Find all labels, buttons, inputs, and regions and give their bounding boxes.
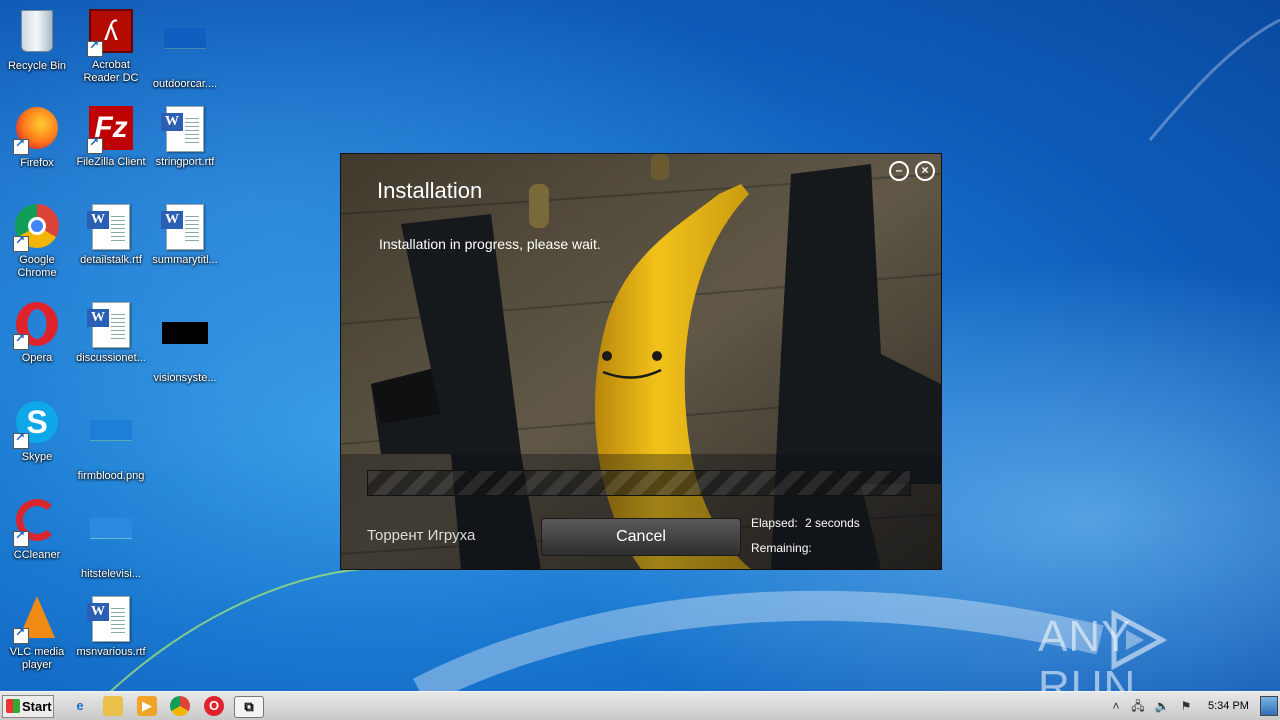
skype-icon: S bbox=[13, 401, 61, 449]
anyrun-play-logo-icon bbox=[1111, 610, 1168, 670]
elapsed-label: Elapsed: bbox=[751, 516, 798, 530]
desktop-icon-firefox[interactable]: Firefox bbox=[0, 104, 74, 170]
desktop-icon-discussionet[interactable]: W discussionet... bbox=[74, 300, 148, 365]
black-file-icon bbox=[161, 322, 209, 370]
desktop-icon-recycle-bin[interactable]: Recycle Bin bbox=[0, 6, 74, 73]
shortcut-arrow-icon bbox=[13, 332, 29, 350]
show-desktop-button[interactable] bbox=[1260, 696, 1278, 716]
file-icon bbox=[87, 518, 135, 566]
remaining-time: Remaining: bbox=[751, 541, 812, 555]
acrobat-icon: ʎ bbox=[87, 9, 135, 57]
volume-icon[interactable]: 🔈 bbox=[1154, 698, 1170, 714]
installer-taskbar-icon[interactable]: ⧉ bbox=[234, 696, 264, 718]
chrome-icon bbox=[13, 204, 61, 252]
word-document-icon: W bbox=[161, 106, 209, 154]
shortcut-arrow-icon bbox=[13, 234, 29, 252]
installer-dialog: Installation Installation in progress, p… bbox=[340, 153, 942, 570]
firefox-icon bbox=[13, 107, 61, 155]
file-explorer-icon[interactable] bbox=[103, 696, 123, 716]
opera-taskbar-icon[interactable]: O bbox=[204, 696, 224, 716]
recycle-bin-icon bbox=[13, 10, 61, 58]
word-document-icon: W bbox=[87, 596, 135, 644]
desktop-icon-google-chrome[interactable]: Google Chrome bbox=[0, 202, 74, 280]
desktop-icon-stringport[interactable]: W stringport.rtf bbox=[148, 104, 222, 169]
filezilla-icon: Fz bbox=[87, 106, 135, 154]
desktop-icon-opera[interactable]: Opera bbox=[0, 300, 74, 365]
windows-logo-icon bbox=[6, 699, 20, 713]
brand-label: Торрент Игруха bbox=[367, 527, 476, 544]
ccleaner-icon bbox=[13, 499, 61, 547]
desktop-icon-msnvarious[interactable]: W msnvarious.rtf bbox=[74, 594, 148, 659]
cancel-button[interactable]: Cancel bbox=[541, 518, 741, 556]
word-document-icon: W bbox=[87, 204, 135, 252]
taskbar: Start e ▶ O ⧉ ˄ 🖧 🔈 ⚑ 5:34 PM bbox=[0, 691, 1280, 720]
action-center-flag-icon[interactable]: ⚑ bbox=[1178, 698, 1194, 714]
desktop-icon-ccleaner[interactable]: CCleaner bbox=[0, 496, 74, 562]
desktop-icon-skype[interactable]: S Skype bbox=[0, 398, 74, 464]
desktop-icon-outdoorcar[interactable]: outdoorcar.... bbox=[148, 6, 222, 91]
desktop-icon-firmblood[interactable]: firmblood.png bbox=[74, 398, 148, 483]
desktop-icon-acrobat-reader[interactable]: ʎ Acrobat Reader DC bbox=[74, 6, 148, 85]
start-button[interactable]: Start bbox=[2, 695, 54, 718]
close-icon[interactable]: × bbox=[915, 161, 935, 181]
chrome-taskbar-icon[interactable] bbox=[170, 696, 190, 716]
elapsed-time: Elapsed: 2 seconds bbox=[751, 516, 860, 530]
installer-background-image bbox=[341, 154, 941, 569]
network-icon[interactable]: 🖧 bbox=[1130, 698, 1146, 714]
shortcut-arrow-icon bbox=[87, 39, 103, 57]
installer-status-message: Installation in progress, please wait. bbox=[379, 236, 601, 252]
shortcut-arrow-icon bbox=[87, 136, 103, 154]
installer-title: Installation bbox=[377, 178, 483, 203]
shortcut-arrow-icon bbox=[13, 529, 29, 547]
opera-icon bbox=[13, 302, 61, 350]
desktop-icon-detailstalk[interactable]: W detailstalk.rtf bbox=[74, 202, 148, 267]
shortcut-arrow-icon bbox=[13, 431, 29, 449]
image-file-icon bbox=[87, 420, 135, 468]
minimize-icon[interactable]: – bbox=[889, 161, 909, 181]
start-label: Start bbox=[22, 699, 52, 714]
media-player-icon[interactable]: ▶ bbox=[137, 696, 157, 716]
word-document-icon: W bbox=[161, 204, 209, 252]
show-hidden-icons-chevron-icon[interactable]: ˄ bbox=[1108, 698, 1124, 714]
file-icon bbox=[161, 28, 209, 76]
desktop-icon-vlc[interactable]: VLC media player bbox=[0, 594, 74, 672]
desktop-icon-visionsyste[interactable]: visionsyste... bbox=[148, 300, 222, 385]
installation-progress-bar bbox=[367, 470, 911, 496]
elapsed-value: 2 seconds bbox=[805, 516, 860, 530]
remaining-label: Remaining: bbox=[751, 541, 812, 555]
desktop-icon-hitstelevisi[interactable]: hitstelevisi... bbox=[74, 496, 148, 581]
shortcut-arrow-icon bbox=[13, 137, 29, 155]
shortcut-arrow-icon bbox=[13, 626, 29, 644]
vlc-cone-icon bbox=[13, 596, 61, 644]
taskbar-clock[interactable]: 5:34 PM bbox=[1208, 700, 1249, 712]
desktop-icon-summarytitl[interactable]: W summarytitl... bbox=[148, 202, 222, 267]
internet-explorer-icon[interactable]: e bbox=[70, 696, 90, 716]
word-document-icon: W bbox=[87, 302, 135, 350]
desktop-icon-filezilla[interactable]: Fz FileZilla Client bbox=[74, 104, 148, 169]
